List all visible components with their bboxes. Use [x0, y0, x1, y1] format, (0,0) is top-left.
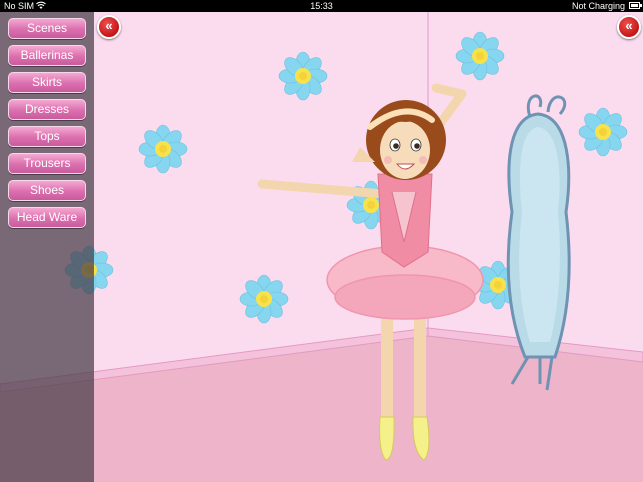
battery-icon — [629, 2, 642, 9]
tops-button[interactable]: Tops — [8, 126, 86, 147]
dress-up-stage[interactable] — [0, 12, 643, 482]
category-sidebar: Scenes Ballerinas Skirts Dresses Tops Tr… — [0, 12, 94, 482]
double-chevron-left-icon: « — [105, 18, 113, 33]
skirts-button[interactable]: Skirts — [8, 72, 86, 93]
double-chevron-left-icon: « — [625, 18, 633, 33]
collapse-panel-button[interactable]: « — [617, 15, 641, 39]
collapse-sidebar-button[interactable]: « — [97, 15, 121, 39]
wall-flower — [578, 107, 628, 157]
wall-flower — [239, 274, 289, 324]
shoes-button[interactable]: Shoes — [8, 180, 86, 201]
room-scene — [0, 12, 643, 482]
dresses-button[interactable]: Dresses — [8, 99, 86, 120]
status-bar: No SIM 15:33 Not Charging — [0, 0, 643, 12]
wall-flower — [278, 51, 328, 101]
scenes-button[interactable]: Scenes — [8, 18, 86, 39]
ballerinas-button[interactable]: Ballerinas — [8, 45, 86, 66]
trousers-button[interactable]: Trousers — [8, 153, 86, 174]
clock: 15:33 — [310, 1, 333, 11]
wall-flower — [138, 124, 188, 174]
head-ware-button[interactable]: Head Ware — [8, 207, 86, 228]
charging-status: Not Charging — [571, 1, 625, 11]
wall-flower — [455, 31, 505, 81]
